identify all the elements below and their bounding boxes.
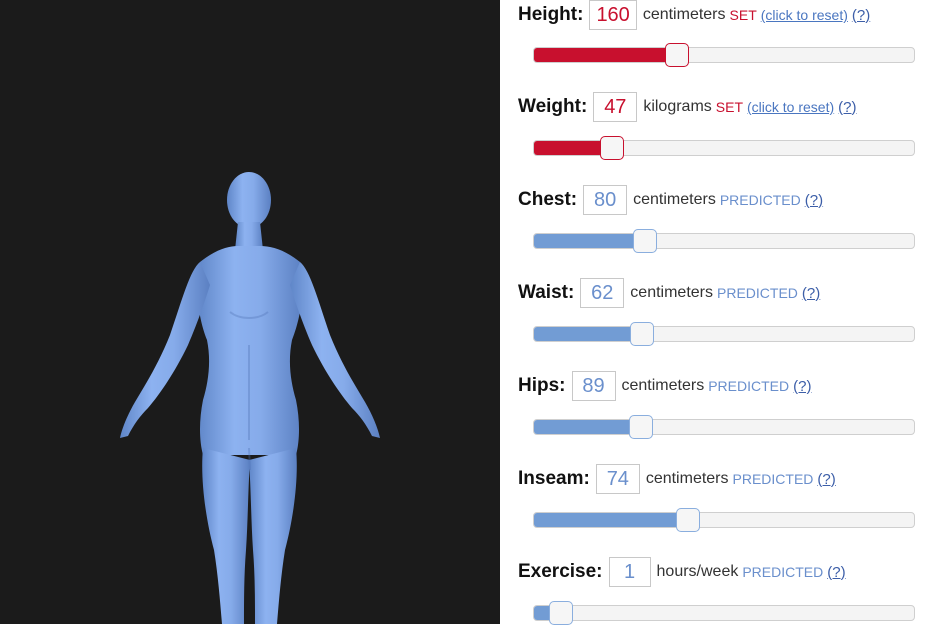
hips-row: Hips: 89 centimeters PREDICTED (?): [518, 368, 811, 404]
chest-unit: centimeters: [633, 191, 716, 208]
inseam-row: Inseam: 74 centimeters PREDICTED (?): [518, 461, 836, 497]
chest-slider-fill: [534, 234, 645, 248]
waist-slider-fill: [534, 327, 643, 341]
inseam-label: Inseam:: [518, 468, 590, 489]
chest-help-link[interactable]: (?): [805, 192, 823, 209]
exercise-slider[interactable]: [533, 601, 915, 625]
inseam-unit: centimeters: [645, 470, 729, 487]
chest-slider[interactable]: [533, 229, 915, 253]
weight-status: SET: [715, 99, 744, 115]
chest-value-input[interactable]: 80: [583, 185, 628, 215]
hips-unit: centimeters: [621, 377, 705, 394]
3d-body-viewer[interactable]: [0, 0, 500, 624]
exercise-slider-thumb[interactable]: [548, 601, 573, 625]
exercise-value-input[interactable]: 1: [608, 557, 651, 587]
waist-status: PREDICTED: [717, 285, 798, 301]
exercise-status: PREDICTED: [742, 564, 824, 580]
weight-reset-link[interactable]: (click to reset): [747, 99, 834, 115]
weight-help-link[interactable]: (?): [838, 99, 856, 116]
measurement-panel: Height: 160 centimeters SET (click to reset)…: [500, 0, 928, 625]
height-status: SET: [729, 7, 757, 23]
inseam-status: PREDICTED: [732, 471, 814, 487]
height-row: Height: 160 centimeters SET (click to reset)…: [518, 0, 870, 33]
waist-slider[interactable]: [533, 322, 915, 346]
weight-slider[interactable]: [533, 136, 915, 160]
waist-row: Waist: 62 centimeters PREDICTED (?): [518, 275, 820, 311]
hips-value-input[interactable]: 89: [571, 371, 616, 401]
height-unit: centimeters: [642, 6, 726, 23]
waist-value-input[interactable]: 62: [580, 278, 625, 308]
waist-label: Waist:: [518, 282, 575, 303]
inseam-slider[interactable]: [533, 508, 915, 532]
hips-status: PREDICTED: [708, 378, 790, 394]
height-label: Height:: [518, 4, 584, 25]
inseam-help-link[interactable]: (?): [817, 471, 835, 488]
exercise-label: Exercise:: [518, 561, 603, 582]
weight-label: Weight:: [518, 96, 588, 117]
weight-value-input[interactable]: 47: [593, 92, 638, 122]
hips-slider-thumb[interactable]: [628, 415, 653, 439]
waist-unit: centimeters: [630, 284, 713, 301]
weight-unit: kilograms: [643, 98, 712, 115]
inseam-slider-thumb[interactable]: [675, 508, 700, 532]
exercise-unit: hours/week: [656, 563, 739, 580]
waist-help-link[interactable]: (?): [802, 285, 820, 302]
hips-help-link[interactable]: (?): [793, 378, 811, 395]
height-slider-thumb[interactable]: [664, 43, 689, 67]
inseam-value-input[interactable]: 74: [595, 464, 640, 494]
chest-slider-thumb[interactable]: [632, 229, 657, 253]
height-slider[interactable]: [533, 43, 915, 67]
exercise-help-link[interactable]: (?): [827, 564, 845, 581]
hips-slider-fill: [534, 420, 641, 434]
inseam-slider-fill: [534, 513, 688, 527]
hips-slider[interactable]: [533, 415, 915, 439]
height-reset-link[interactable]: (click to reset): [761, 7, 848, 23]
weight-slider-thumb[interactable]: [599, 136, 624, 160]
chest-label: Chest:: [518, 189, 578, 210]
height-help-link[interactable]: (?): [852, 7, 870, 24]
height-slider-fill: [534, 48, 677, 62]
chest-row: Chest: 80 centimeters PREDICTED (?): [518, 182, 823, 218]
chest-status: PREDICTED: [719, 192, 801, 208]
hips-label: Hips:: [518, 375, 566, 396]
body-model-figure: [120, 172, 380, 624]
height-value-input[interactable]: 160: [589, 0, 637, 30]
waist-slider-thumb[interactable]: [630, 322, 655, 346]
exercise-row: Exercise: 1 hours/week PREDICTED (?): [518, 554, 846, 590]
weight-row: Weight: 47 kilograms SET (click to reset) (?): [518, 89, 856, 125]
